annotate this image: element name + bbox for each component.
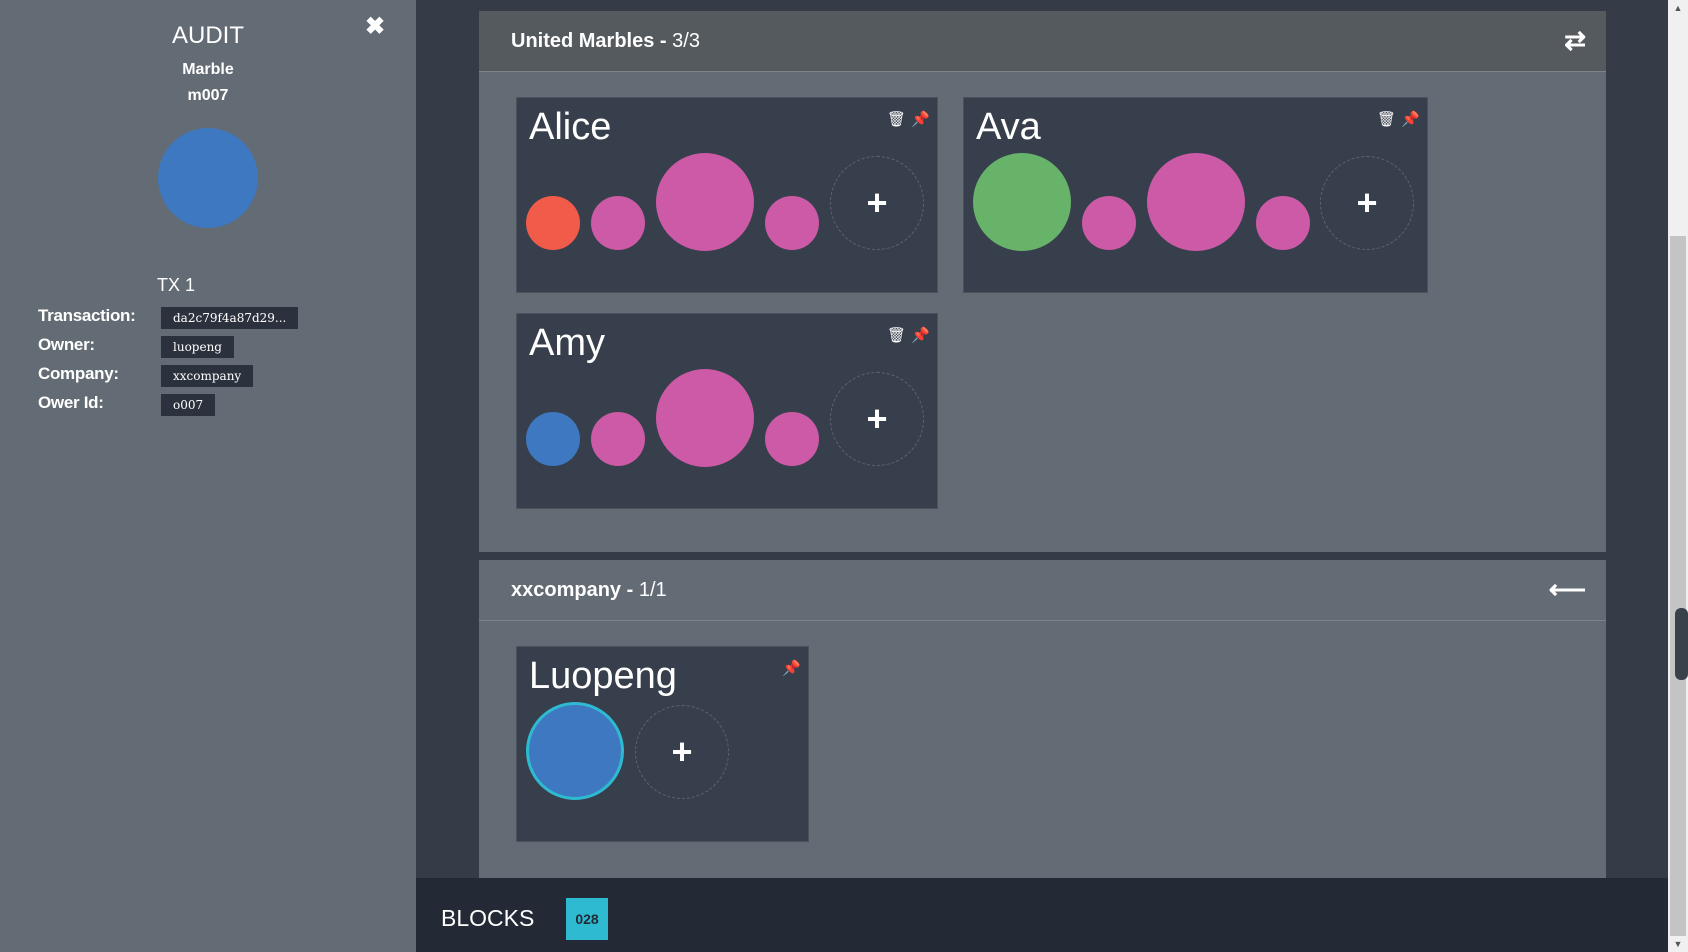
company-count: 1/1 (638, 579, 667, 601)
company-title: United Marbles - 3/3 (511, 30, 700, 53)
company-value: xxcompany (161, 365, 254, 387)
blocks-bar: BLOCKS 028 (416, 878, 1668, 952)
main-area: United Marbles - 3/3 ⇄ Alice 🗑 📌 + Ava 🗑… (416, 0, 1668, 952)
marble-selected[interactable] (526, 702, 624, 800)
marble[interactable] (526, 412, 580, 466)
owner-id-label: Ower Id: (38, 393, 104, 412)
scroll-down-icon[interactable]: ▼ (1668, 936, 1688, 952)
user-name: Luopeng (529, 655, 677, 697)
transaction-value: da2c79f4a87d29... (161, 307, 299, 329)
transaction-label: Transaction: (38, 306, 136, 325)
blocks-label: BLOCKS (441, 905, 535, 931)
marble[interactable] (765, 412, 819, 466)
scrollbar[interactable]: ▲ ▼ (1668, 0, 1688, 952)
add-marble-button[interactable]: + (1320, 156, 1414, 250)
add-marble-button[interactable]: + (830, 156, 924, 250)
company-header: United Marbles - 3/3 ⇄ (479, 11, 1606, 72)
marble[interactable] (973, 153, 1071, 251)
marble[interactable] (526, 196, 580, 250)
scroll-handle[interactable] (1675, 608, 1688, 680)
add-marble-button[interactable]: + (635, 705, 729, 799)
owner-label: Owner: (38, 335, 95, 354)
trash-icon[interactable]: 🗑 (887, 326, 906, 344)
marble[interactable] (656, 153, 754, 251)
audit-panel: AUDIT ✖ Marble m007 TX 1 Transaction: da… (0, 0, 416, 952)
user-card-ava: Ava 🗑 📌 + (963, 97, 1428, 293)
audit-title: AUDIT (172, 22, 244, 49)
scroll-up-icon[interactable]: ▲ (1668, 0, 1688, 16)
arrow-left-icon[interactable]: ⟵ (1549, 574, 1586, 605)
marble[interactable] (591, 412, 645, 466)
user-name: Ava (976, 106, 1041, 148)
user-name: Amy (529, 322, 605, 364)
tx-title: TX 1 (156, 275, 195, 295)
marble[interactable] (1082, 196, 1136, 250)
pin-icon[interactable]: 📌 (911, 110, 930, 128)
block-badge[interactable]: 028 (566, 898, 608, 940)
user-card-amy: Amy 🗑 📌 + (516, 313, 938, 509)
company-label: Company: (38, 364, 119, 383)
close-icon[interactable]: ✖ (365, 12, 385, 41)
user-card-alice: Alice 🗑 📌 + (516, 97, 938, 293)
company-title: xxcompany - 1/1 (511, 579, 667, 602)
trash-icon[interactable]: 🗑 (887, 110, 906, 128)
pin-icon[interactable]: 📌 (1401, 110, 1420, 128)
marble[interactable] (765, 196, 819, 250)
pin-icon[interactable]: 📌 (911, 326, 930, 344)
owner-id-value: o007 (161, 394, 216, 416)
audit-marble (158, 128, 258, 228)
company-panel-united-marbles: United Marbles - 3/3 ⇄ Alice 🗑 📌 + Ava 🗑… (479, 11, 1606, 552)
pin-icon[interactable]: 📌 (782, 659, 801, 677)
owner-value: luopeng (161, 336, 234, 358)
company-panel-xxcompany: xxcompany - 1/1 ⟵ Luopeng 📌 + (479, 560, 1606, 878)
marble[interactable] (1147, 153, 1245, 251)
company-name: United Marbles - (511, 30, 667, 52)
marble[interactable] (1256, 196, 1310, 250)
company-header: xxcompany - 1/1 ⟵ (479, 560, 1606, 621)
transfer-icon[interactable]: ⇄ (1564, 25, 1586, 56)
audit-marble-id: m007 (187, 87, 229, 104)
marble[interactable] (656, 369, 754, 467)
company-count: 3/3 (672, 30, 700, 52)
marble[interactable] (591, 196, 645, 250)
audit-marble-label: Marble (182, 61, 234, 78)
user-name: Alice (529, 106, 612, 148)
company-name: xxcompany - (511, 579, 634, 601)
trash-icon[interactable]: 🗑 (1377, 110, 1396, 128)
add-marble-button[interactable]: + (830, 372, 924, 466)
scroll-thumb[interactable] (1670, 236, 1686, 936)
user-card-luopeng: Luopeng 📌 + (516, 646, 809, 842)
